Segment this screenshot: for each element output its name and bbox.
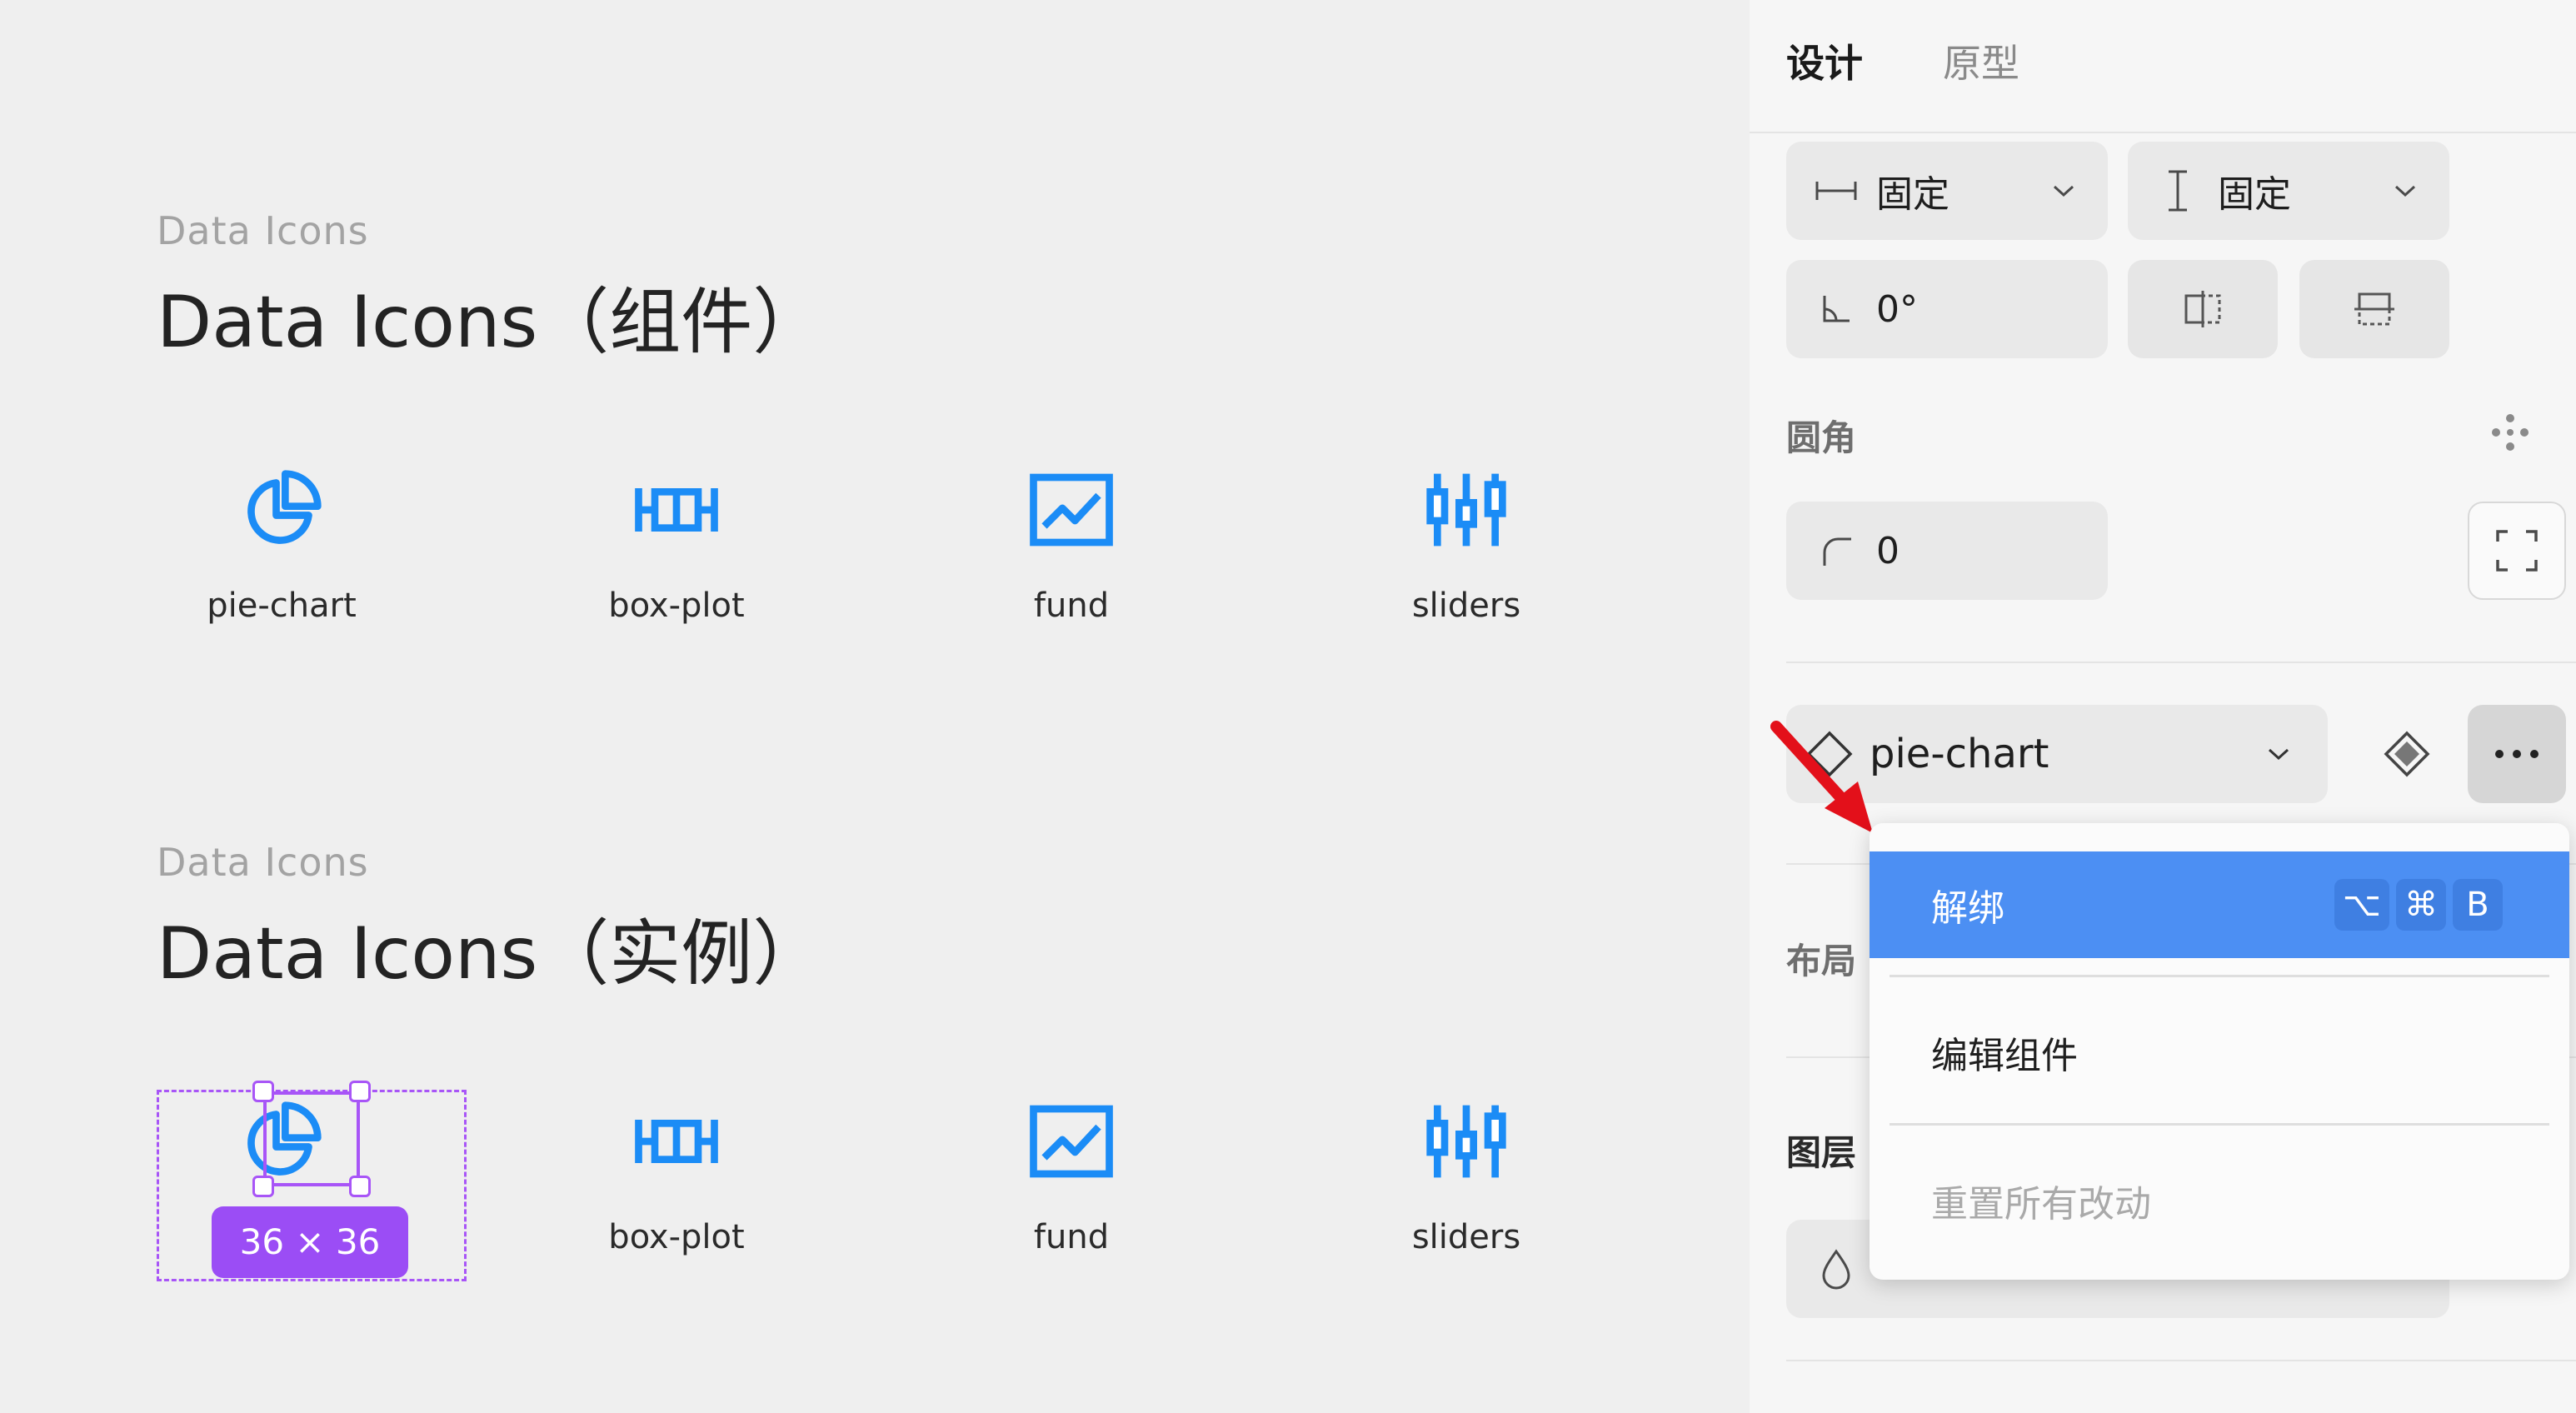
width-mode-select[interactable]: 固定 bbox=[1786, 142, 2108, 240]
sliders-icon bbox=[1426, 473, 1506, 547]
height-mode-select[interactable]: 固定 bbox=[2128, 142, 2449, 240]
opacity-drop-icon bbox=[1811, 1248, 1861, 1290]
menu-divider bbox=[1890, 1123, 2549, 1126]
icons-row-components: pie-chart box-plot fund sliders bbox=[157, 467, 1723, 667]
width-mode-value: 固定 bbox=[1876, 173, 1949, 216]
icon-label: fund bbox=[1033, 1218, 1110, 1256]
annotation-arrow-icon bbox=[1770, 721, 1873, 833]
frame-label: Data Icons bbox=[157, 840, 369, 885]
frame-group-components[interactable]: Data Icons Data Icons（组件） bbox=[157, 208, 824, 367]
component-context-menu: 解绑 ⌥ ⌘ B 编辑组件 重置所有改动 bbox=[1870, 823, 2569, 1280]
flip-vertical-icon bbox=[2354, 292, 2394, 326]
divider bbox=[1786, 662, 2576, 663]
divider bbox=[1750, 132, 2576, 133]
resize-handle-top-right[interactable] bbox=[349, 1081, 371, 1102]
sliders-icon bbox=[1426, 1105, 1506, 1178]
fund-icon bbox=[1030, 1105, 1113, 1178]
icon-label: sliders bbox=[1411, 587, 1521, 625]
main-component-icon bbox=[2384, 731, 2430, 777]
icon-label: box-plot bbox=[608, 587, 745, 625]
go-to-main-component-button[interactable] bbox=[2358, 705, 2456, 803]
chevron-down-icon bbox=[2258, 746, 2299, 762]
menu-divider bbox=[1890, 975, 2549, 977]
tab-design[interactable]: 设计 bbox=[1786, 33, 1863, 88]
menu-item-detach[interactable]: 解绑 ⌥ ⌘ B bbox=[1870, 851, 2569, 958]
more-options-button[interactable] bbox=[2468, 705, 2566, 803]
rotation-input[interactable]: 0° bbox=[1786, 260, 2108, 358]
shortcut-key: B bbox=[2453, 879, 2503, 931]
shortcut-key: ⌘ bbox=[2396, 879, 2446, 931]
height-mode-value: 固定 bbox=[2218, 173, 2291, 216]
icon-label: pie-chart bbox=[207, 587, 357, 625]
icon-label: box-plot bbox=[608, 1218, 745, 1256]
rotation-value: 0° bbox=[1876, 287, 1918, 331]
panel-tabs: 设计 原型 bbox=[1786, 33, 2019, 88]
box-plot-icon bbox=[635, 1120, 718, 1163]
instance-box-plot[interactable]: box-plot bbox=[552, 1098, 801, 1256]
frame-title: Data Icons（实例） bbox=[157, 912, 825, 996]
keyboard-shortcut: ⌥ ⌘ B bbox=[2334, 879, 2503, 931]
component-name: pie-chart bbox=[1870, 731, 2049, 777]
angle-icon bbox=[1811, 292, 1861, 326]
box-plot-icon bbox=[635, 488, 718, 532]
frame-label: Data Icons bbox=[157, 208, 369, 253]
shortcut-key: ⌥ bbox=[2334, 879, 2389, 931]
component-sliders[interactable]: sliders bbox=[1341, 467, 1591, 625]
menu-item-label: 重置所有改动 bbox=[1931, 1183, 2151, 1226]
flip-vertical-button[interactable] bbox=[2299, 260, 2449, 358]
horizontal-resize-icon bbox=[1811, 178, 1861, 203]
menu-item-label: 编辑组件 bbox=[1931, 1035, 2078, 1077]
selection-bounds[interactable] bbox=[263, 1091, 360, 1186]
menu-item-label: 解绑 bbox=[1931, 887, 2004, 930]
component-fund[interactable]: fund bbox=[946, 467, 1196, 625]
menu-item-reset-all-changes: 重置所有改动 bbox=[1870, 1138, 2569, 1263]
component-box-plot[interactable]: box-plot bbox=[552, 467, 801, 625]
resize-handle-bottom-right[interactable] bbox=[349, 1176, 371, 1197]
menu-item-edit-component[interactable]: 编辑组件 bbox=[1870, 990, 2569, 1115]
pie-chart-icon bbox=[247, 470, 322, 544]
layout-section-label: 布局 bbox=[1786, 941, 1857, 981]
more-horizontal-icon bbox=[2495, 750, 2539, 758]
resize-handle-bottom-left[interactable] bbox=[252, 1176, 274, 1197]
divider bbox=[1786, 1360, 2576, 1361]
component-pie-chart[interactable]: pie-chart bbox=[157, 467, 407, 625]
corner-radius-value: 0 bbox=[1876, 529, 1900, 572]
icon-label: sliders bbox=[1411, 1218, 1521, 1256]
tab-prototype[interactable]: 原型 bbox=[1943, 33, 2019, 88]
corner-radius-icon bbox=[1811, 534, 1861, 567]
resize-handle-top-left[interactable] bbox=[252, 1081, 274, 1102]
flip-horizontal-icon bbox=[2184, 291, 2221, 327]
chevron-down-icon bbox=[2043, 182, 2084, 199]
size-badge: 36 × 36 bbox=[212, 1206, 408, 1278]
corner-radius-section-label: 圆角 bbox=[1786, 417, 1857, 458]
frame-group-instances[interactable]: Data Icons Data Icons（实例） bbox=[157, 840, 824, 999]
independent-corners-button[interactable] bbox=[2468, 502, 2566, 600]
instance-sliders[interactable]: sliders bbox=[1341, 1098, 1591, 1256]
frame-title: Data Icons（组件） bbox=[157, 281, 825, 364]
expand-corners-icon bbox=[2496, 530, 2538, 572]
design-canvas[interactable]: Data Icons Data Icons（组件） pie-chart box-… bbox=[0, 0, 1750, 1413]
flip-horizontal-button[interactable] bbox=[2128, 260, 2278, 358]
instance-fund[interactable]: fund bbox=[946, 1098, 1196, 1256]
fund-icon bbox=[1030, 473, 1113, 547]
vertical-resize-icon bbox=[2153, 169, 2203, 212]
corner-radius-input[interactable]: 0 bbox=[1786, 502, 2108, 600]
layer-section-label: 图层 bbox=[1786, 1132, 1857, 1173]
chevron-down-icon bbox=[2384, 182, 2426, 199]
corner-style-icon[interactable] bbox=[2489, 412, 2531, 457]
icon-label: fund bbox=[1033, 587, 1110, 625]
